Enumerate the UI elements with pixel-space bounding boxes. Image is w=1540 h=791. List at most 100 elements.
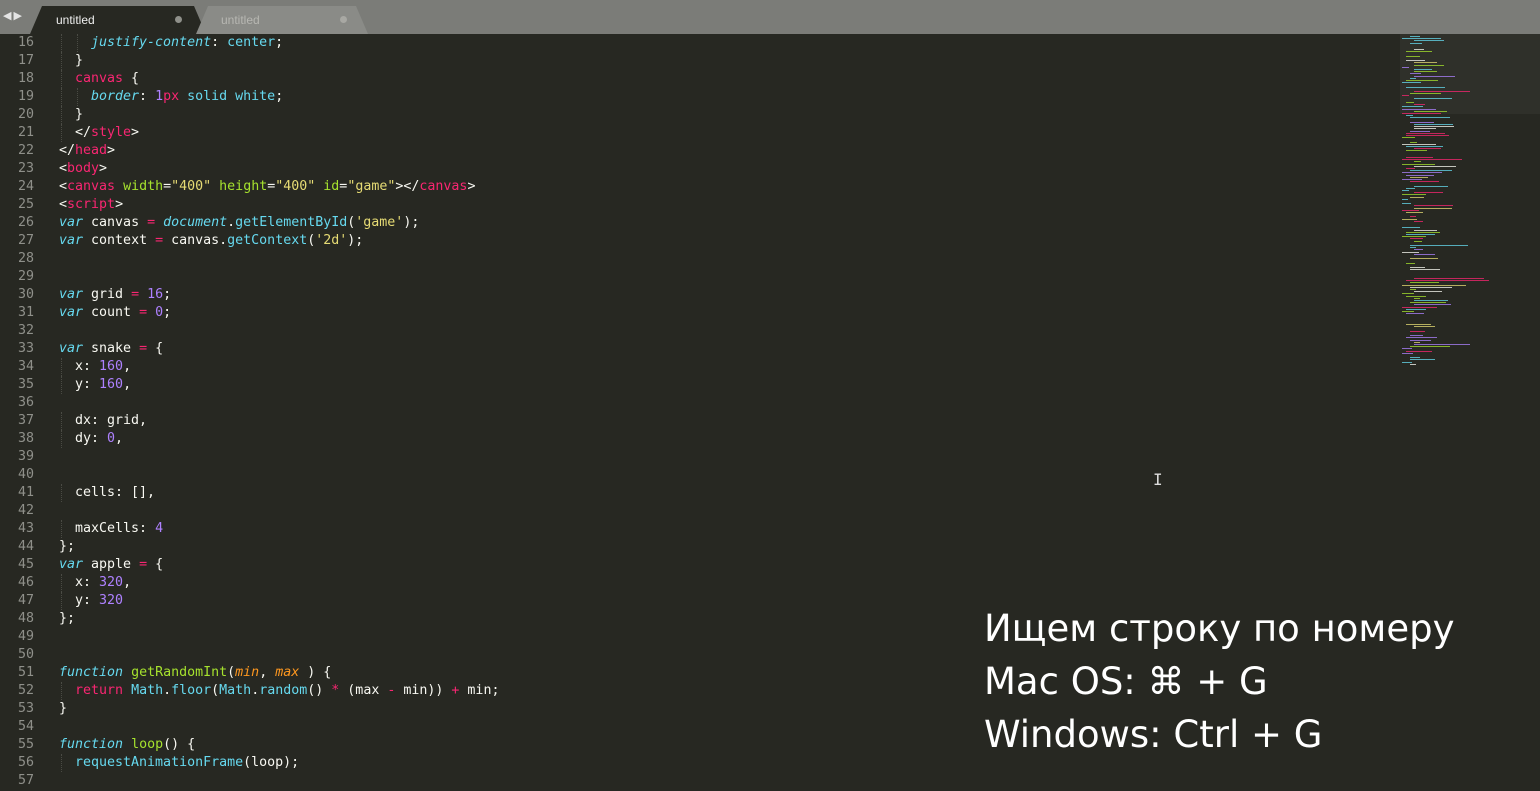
code-text: function getRandomInt(min, max ) { [59,664,331,682]
code-token: > [115,197,124,212]
code-line[interactable]: 41 cells: [], [0,484,1380,502]
line-number: 57 [17,773,34,788]
code-token: , [123,359,132,374]
code-token: cells: [], [75,485,156,500]
line-number: 40 [17,467,34,482]
minimap-line [1402,352,1413,354]
line-number: 35 [17,377,34,392]
code-line[interactable]: 28 [0,250,1380,268]
code-token: context [83,233,156,248]
minimap-line [1414,165,1456,167]
code-text: <canvas width="400" height="400" id="gam… [59,178,475,196]
code-line[interactable]: 27 var context = canvas.getContext('2d'); [0,232,1380,250]
code-line[interactable]: 37 dx: grid, [0,412,1380,430]
code-token: min)) [395,683,452,698]
code-line[interactable]: 23 <body> [0,160,1380,178]
code-line[interactable]: 32 [0,322,1380,340]
code-token: canvas [67,179,116,194]
minimap-line [1406,280,1489,282]
minimap-line [1410,170,1452,172]
code-token: width [123,179,164,194]
code-line[interactable]: 26 var canvas = document.getElementById('… [0,214,1380,232]
code-line[interactable]: 30 var grid = 16; [0,286,1380,304]
code-token: ; [275,35,284,50]
code-line[interactable]: 25 <script> [0,196,1380,214]
minimap-line [1402,311,1414,312]
minimap-line [1414,341,1420,343]
code-text: canvas { [75,70,139,88]
code-line[interactable]: 31 var count = 0; [0,304,1380,322]
minimap-viewport[interactable] [1400,34,1540,114]
code-line[interactable]: 22 </head> [0,142,1380,160]
code-text: return Math.floor(Math.random() * (max -… [75,682,499,700]
code-token: getContext [227,233,308,248]
code-line[interactable]: 21 </style> [0,124,1380,142]
code-line[interactable]: 34 x: 160, [0,358,1380,376]
code-line[interactable]: 45 var apple = { [0,556,1380,574]
code-token: > [131,125,140,140]
code-line[interactable]: 57 [0,772,1380,790]
indent-guide [61,358,62,376]
minimap-line [1414,110,1447,112]
code-line[interactable]: 17} [0,52,1380,70]
code-text: var context = canvas.getContext('2d'); [59,232,363,250]
minimap-line [1414,278,1484,279]
tab-untitled-2[interactable]: untitled [196,6,372,34]
code-token: canvas. [163,233,228,248]
arrow-right-icon[interactable]: ▶ [13,9,21,25]
line-number: 39 [17,449,34,464]
code-line[interactable]: 40 [0,466,1380,484]
code-line[interactable]: 29 [0,268,1380,286]
line-number: 44 [17,539,34,554]
indent-guide [61,682,62,700]
line-number: 16 [17,35,34,50]
minimap-line [1410,117,1450,119]
minimap-line [1406,187,1415,189]
code-line[interactable]: 44}; [0,538,1380,556]
minimap[interactable] [1400,34,1540,374]
minimap-line [1410,42,1422,44]
code-token: var [59,287,84,302]
minimap-line [1406,212,1423,213]
code-token: 160 [99,377,124,392]
minimap-line [1414,304,1451,306]
code-token: canvas [419,179,468,194]
tab-untitled-1[interactable]: untitled [30,6,206,34]
code-line[interactable]: 39 [0,448,1380,466]
code-line[interactable]: 16 justify-content: center; [0,34,1380,52]
modified-dot-icon[interactable] [175,16,182,23]
code-token: requestAnimationFrame [75,755,244,770]
code-line[interactable]: 46 x: 320, [0,574,1380,592]
code-line[interactable]: 24 <canvas width="400" height="400" id="g… [0,178,1380,196]
minimap-line [1414,161,1421,163]
modified-dot-icon[interactable] [340,16,347,23]
minimap-line [1402,163,1435,165]
minimap-line [1402,361,1412,363]
code-line[interactable]: 36 [0,394,1380,412]
code-token: = [131,287,140,302]
code-line[interactable]: 33 var snake = { [0,340,1380,358]
code-token: getRandomInt [131,665,228,680]
indent-guide [61,592,62,610]
code-line[interactable]: 35 y: 160, [0,376,1380,394]
code-line[interactable]: 20} [0,106,1380,124]
code-line[interactable]: 19 border: 1px solid white; [0,88,1380,106]
minimap-line [1406,174,1434,176]
minimap-line [1414,300,1448,301]
code-token: } [75,107,84,122]
minimap-line [1402,113,1441,114]
minimap-line [1414,75,1455,77]
code-token: head [75,143,108,158]
code-line[interactable]: 38 dy: 0, [0,430,1380,448]
code-line[interactable]: 43 maxCells: 4 [0,520,1380,538]
line-number: 21 [17,125,34,140]
code-token: (max [339,683,388,698]
code-line[interactable]: 42 [0,502,1380,520]
code-token: px [163,89,180,104]
code-line[interactable]: 18 canvas { [0,70,1380,88]
arrow-left-icon[interactable]: ◀ [3,9,11,25]
minimap-line [1406,86,1445,88]
minimap-line [1414,229,1437,231]
